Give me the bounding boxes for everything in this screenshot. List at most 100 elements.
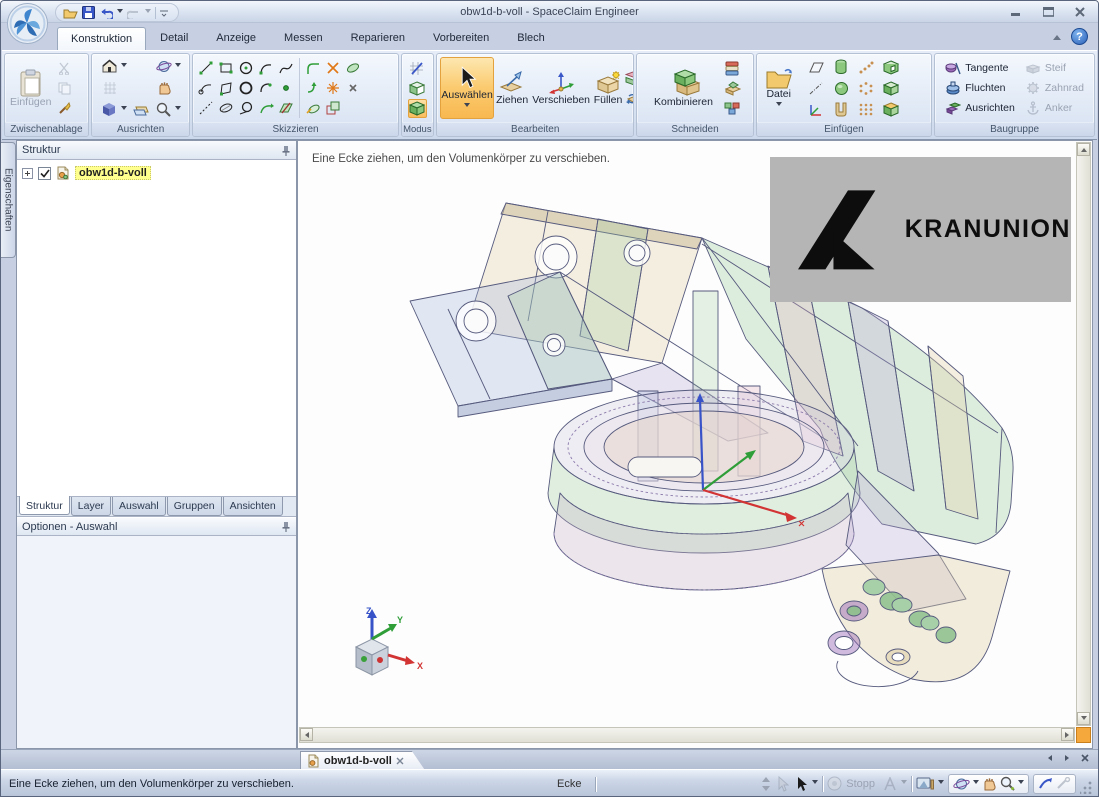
scrollbar-corner[interactable]: [1076, 727, 1091, 743]
pan-icon[interactable]: [154, 78, 173, 97]
model-viewport[interactable]: Eine Ecke ziehen, um den Volumenkörper z…: [297, 140, 1093, 749]
next-document-icon[interactable]: [1065, 755, 1072, 761]
section-mode-icon[interactable]: [408, 79, 427, 98]
scroll-down-button[interactable]: [1077, 712, 1090, 725]
fillet-corner-icon[interactable]: [303, 58, 322, 77]
sketch-ellipse-icon[interactable]: [216, 98, 235, 117]
insert-point-pattern-icon[interactable]: [857, 58, 876, 77]
pan-tool-icon[interactable]: [982, 776, 997, 791]
insert-grid-pattern-icon[interactable]: [857, 100, 876, 119]
fill-button[interactable]: Füllen: [592, 69, 624, 108]
morph-icon[interactable]: [624, 89, 634, 108]
replace-body-icon[interactable]: [624, 69, 634, 88]
spaceclaim-logo-icon[interactable]: [6, 2, 49, 45]
view-cube-dropdown-icon[interactable]: [121, 106, 127, 113]
insert-enclosure-icon[interactable]: [882, 100, 901, 119]
snap-angle-dropdown-icon[interactable]: [901, 780, 907, 787]
close-document-icon[interactable]: [1081, 754, 1089, 762]
spin-stepper-icon[interactable]: [761, 776, 771, 792]
help-button[interactable]: ?: [1071, 28, 1088, 45]
orbit-dropdown-icon[interactable]: [973, 780, 979, 787]
sketch-three-point-rect-icon[interactable]: [216, 78, 235, 97]
trim-icon[interactable]: [323, 58, 342, 77]
select-button[interactable]: Auswählen: [440, 57, 494, 119]
solid-mode-icon[interactable]: [408, 99, 427, 118]
gear-button[interactable]: Zahnrad: [1025, 79, 1084, 97]
sketch-construction-line-icon[interactable]: [196, 98, 215, 117]
project-body-icon[interactable]: [723, 99, 742, 118]
tab-reparieren[interactable]: Reparieren: [337, 26, 419, 50]
align-faces-button[interactable]: Fluchten: [945, 79, 1015, 97]
plan-view-icon[interactable]: [131, 100, 150, 119]
insert-axis-icon[interactable]: [807, 79, 826, 98]
home-view-icon[interactable]: [100, 57, 119, 76]
copy-icon[interactable]: [55, 79, 74, 98]
pin-icon[interactable]: [281, 145, 291, 156]
project-edges-icon[interactable]: [323, 98, 342, 117]
spin-view-dropdown-icon[interactable]: [175, 63, 181, 70]
redo-icon[interactable]: [127, 7, 141, 19]
customize-qat-icon[interactable]: [160, 9, 168, 17]
panel-tab-gruppen[interactable]: Gruppen: [167, 497, 222, 516]
stop-icon[interactable]: [827, 776, 842, 791]
close-button[interactable]: [1070, 5, 1090, 18]
sketch-line-icon[interactable]: [196, 58, 215, 77]
zoom-dropdown-icon[interactable]: [175, 106, 181, 113]
tab-anzeige[interactable]: Anzeige: [202, 26, 270, 50]
split-icon[interactable]: [323, 78, 342, 97]
save-icon[interactable]: [82, 6, 95, 19]
view-cube-icon[interactable]: [100, 100, 119, 119]
zoom-tool-icon[interactable]: [1000, 776, 1015, 791]
split-face-icon[interactable]: [723, 79, 742, 98]
panel-tab-struktur[interactable]: Struktur: [19, 496, 70, 515]
panel-tab-layer[interactable]: Layer: [71, 497, 111, 516]
sketch-polyline-icon[interactable]: [196, 78, 215, 97]
insert-file-button[interactable]: Datei: [760, 65, 798, 111]
horizontal-scrollbar[interactable]: [299, 727, 1075, 743]
insert-layout-icon[interactable]: [882, 79, 901, 98]
panel-tab-auswahl[interactable]: Auswahl: [112, 497, 166, 516]
view-style-icon[interactable]: [916, 776, 934, 791]
snap-angle-icon[interactable]: [883, 777, 897, 791]
zoom-icon[interactable]: [154, 100, 173, 119]
sketch-mode-icon[interactable]: [408, 59, 427, 78]
select-tool-icon[interactable]: [795, 776, 808, 792]
format-painter-icon[interactable]: [55, 99, 74, 118]
probe-icon[interactable]: [1056, 777, 1071, 790]
rigid-button[interactable]: Steif: [1025, 59, 1084, 77]
bend-line-icon[interactable]: [303, 78, 322, 97]
insert-channel-icon[interactable]: [832, 100, 851, 119]
sketch-circle-icon[interactable]: [236, 58, 255, 77]
scroll-up-button[interactable]: [1077, 143, 1090, 156]
pin-icon[interactable]: [281, 521, 291, 532]
project-to-sketch-icon[interactable]: [303, 98, 322, 117]
orbit-icon[interactable]: [953, 777, 970, 791]
sketch-tangent-arc-icon[interactable]: [256, 58, 275, 77]
undo-icon[interactable]: [99, 7, 113, 19]
tree-item-label[interactable]: obw1d-b-voll: [75, 166, 151, 180]
scroll-right-button[interactable]: [1061, 728, 1074, 741]
document-close-icon[interactable]: [396, 757, 404, 765]
tangent-button[interactable]: Tangente: [945, 59, 1015, 77]
document-tab[interactable]: obw1d-b-voll: [300, 751, 425, 770]
pull-button[interactable]: Ziehen: [494, 69, 530, 108]
prev-document-icon[interactable]: [1045, 755, 1052, 761]
sketch-sweep-arc-icon[interactable]: [256, 78, 275, 97]
vertical-scrollbar[interactable]: [1076, 142, 1091, 726]
view-style-dropdown-icon[interactable]: [938, 780, 944, 787]
paste-button[interactable]: Einfügen: [8, 67, 53, 110]
tab-messen[interactable]: Messen: [270, 26, 337, 50]
redo-dropdown-icon[interactable]: [145, 9, 151, 16]
maximize-button[interactable]: [1038, 5, 1058, 18]
select-components-icon[interactable]: [775, 776, 791, 792]
resize-grip[interactable]: [1080, 781, 1093, 794]
sketch-tangent-circle-icon[interactable]: [236, 98, 255, 117]
sketch-bend-icon[interactable]: [256, 98, 275, 117]
move-button[interactable]: Verschieben: [530, 69, 592, 108]
tab-konstruktion[interactable]: Konstruktion: [57, 27, 146, 51]
tab-blech[interactable]: Blech: [503, 26, 559, 50]
insert-plane-icon[interactable]: [807, 58, 826, 77]
delete-sketch-icon[interactable]: [343, 78, 362, 97]
insert-shell-icon[interactable]: [882, 58, 901, 77]
cut-icon[interactable]: [55, 59, 74, 78]
